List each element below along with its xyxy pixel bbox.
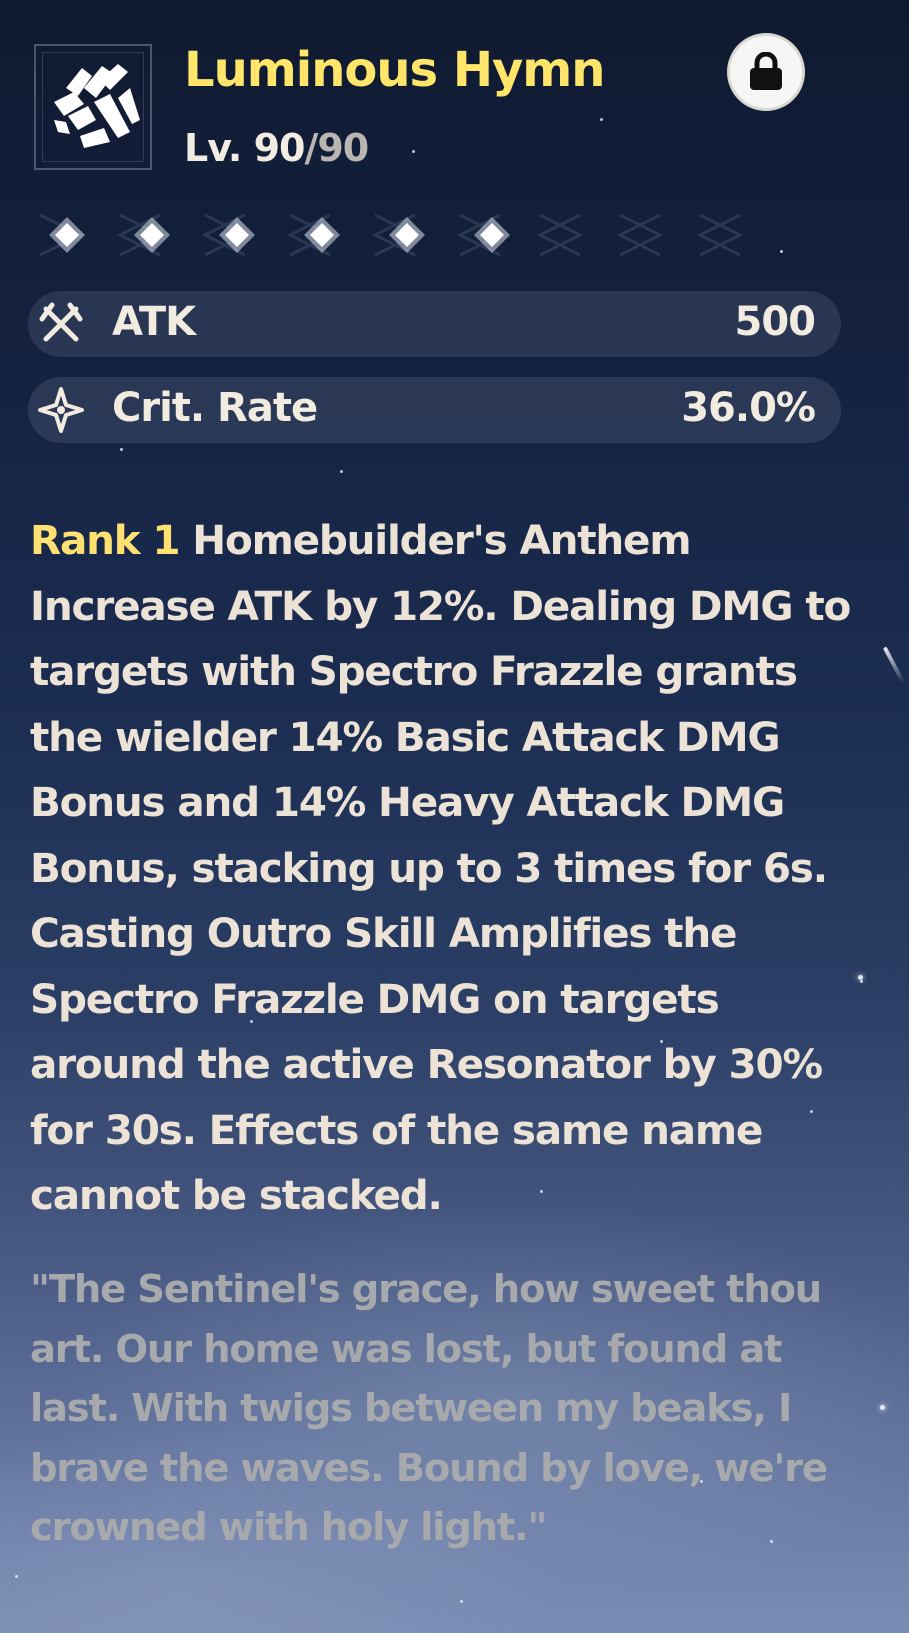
level-label: Lv. (184, 126, 254, 170)
stat-label: ATK (112, 299, 196, 345)
stat-row-atk: ATK 500 (28, 291, 841, 357)
rank-gem-icon (219, 217, 255, 253)
weapon-icon (34, 44, 152, 170)
passive-description: Rank 1 Homebuilder's Anthem Increase ATK … (30, 508, 880, 1229)
rank-gem-icon (134, 217, 170, 253)
luminous-hymn-weapon-icon (54, 64, 140, 148)
rank-gem-icon (389, 217, 425, 253)
rank-gem-icon (304, 217, 340, 253)
level-current: 90 (253, 126, 306, 170)
four-point-star-icon (38, 387, 84, 433)
weapon-level: Lv. 90/90 (184, 126, 369, 170)
stat-label: Crit. Rate (112, 385, 318, 431)
stat-value: 36.0% (681, 385, 816, 431)
weapon-lore: "The Sentinel's grace, how sweet thou ar… (30, 1267, 828, 1550)
rank-gem-icon (474, 217, 510, 253)
rank-gem-icon (49, 217, 85, 253)
passive-text: Increase ATK by 12%. Dealing DMG to targ… (30, 581, 851, 1220)
crossed-swords-icon (39, 302, 83, 342)
rank-gems (40, 205, 760, 265)
level-max: /90 (304, 126, 369, 170)
passive-name: Homebuilder's Anthem (179, 516, 691, 564)
lock-icon (750, 52, 782, 90)
passive-rank-label: Rank 1 (30, 516, 181, 564)
stat-value: 500 (734, 299, 816, 345)
weapon-name: Luminous Hymn (184, 42, 605, 98)
lock-button[interactable] (727, 33, 805, 111)
stat-row-crit-rate: Crit. Rate 36.0% (28, 377, 841, 443)
